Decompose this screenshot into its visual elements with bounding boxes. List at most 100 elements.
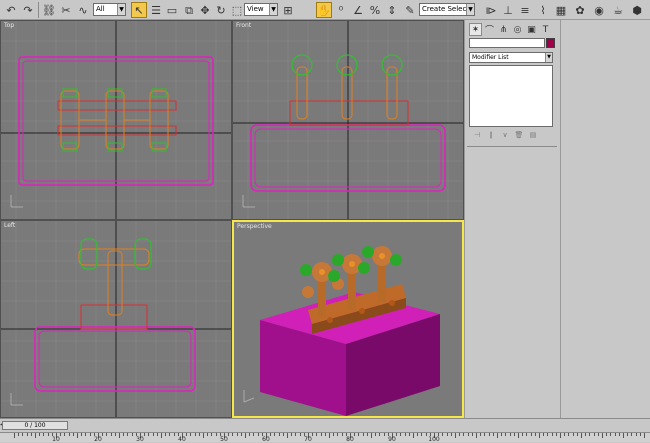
perspective-scene — [243, 246, 440, 416]
modifier-stack[interactable] — [469, 65, 553, 127]
select-by-name-icon[interactable]: ☰ — [148, 2, 164, 18]
move-icon[interactable]: ✥ — [197, 2, 213, 18]
time-slider[interactable]: 0 / 100 — [2, 421, 68, 430]
render-scene-icon[interactable]: ◉ — [591, 2, 607, 18]
viewport-label[interactable]: Left — [4, 222, 15, 229]
viewport-label[interactable]: Top — [4, 22, 14, 29]
modifier-list-label: Modifier List — [472, 54, 509, 61]
timeline-tick — [30, 433, 32, 436]
schematic-view-icon[interactable]: ▦ — [553, 2, 569, 18]
quick-render-icon[interactable]: ☕ — [610, 2, 626, 18]
timeline-tick — [518, 433, 519, 438]
timeline-tick — [274, 433, 276, 436]
top-viewport[interactable]: Top — [0, 20, 232, 220]
rotate-icon[interactable]: ↻ — [213, 2, 229, 18]
selection-filter-value: All — [96, 5, 105, 13]
curve-editor-icon[interactable]: ⌇ — [535, 2, 551, 18]
timeline-tick — [236, 433, 238, 436]
bind-spacewarp-icon[interactable]: ∿ — [75, 2, 91, 18]
perspective-viewport[interactable]: Perspective — [232, 220, 464, 418]
timeline-tick-label: 50 — [220, 436, 228, 443]
window-crossing-icon[interactable]: ⧉ — [181, 2, 197, 18]
named-selection-dropdown[interactable]: Create Selection Set▼ — [419, 3, 475, 16]
remove-modifier-icon[interactable]: 🗑 — [513, 129, 525, 140]
select-icon[interactable]: ↖ — [131, 2, 147, 18]
timeline-tick — [18, 433, 20, 436]
create-tab-icon[interactable]: ✶ — [469, 23, 482, 36]
timeline-tick — [555, 433, 557, 436]
unlink-icon[interactable]: ✂ — [58, 2, 74, 18]
utilities-tab-icon[interactable]: T — [539, 23, 552, 36]
timeline-tick — [371, 433, 372, 438]
timeline-tick — [102, 433, 104, 436]
timeline-tick — [114, 433, 116, 436]
timeline-tick — [282, 433, 284, 436]
timeline-tick — [354, 433, 356, 436]
select-manipulate-icon[interactable]: ✋ — [316, 2, 332, 18]
timeline-tick — [505, 433, 507, 436]
timeline-tick — [543, 433, 545, 436]
timeline-tick — [207, 433, 209, 436]
timeline-tick — [471, 433, 473, 436]
timeline-tick — [232, 433, 234, 436]
mirror-icon[interactable]: ⧐ — [483, 2, 499, 18]
timeline-tick — [194, 433, 196, 436]
angle-snap-icon[interactable]: ∠ — [350, 2, 366, 18]
viewport-label[interactable]: Perspective — [237, 223, 272, 230]
motion-tab-icon[interactable]: ◎ — [511, 23, 524, 36]
timeline-tick — [270, 433, 272, 436]
configure-sets-icon[interactable]: ▤ — [527, 129, 539, 140]
align-icon[interactable]: ⊥ — [500, 2, 516, 18]
undo-icon[interactable]: ↶ — [3, 2, 19, 18]
pivot-center-icon[interactable]: ⊞ — [280, 2, 296, 18]
display-tab-icon[interactable]: ▣ — [525, 23, 538, 36]
scale-icon[interactable]: ⬚ — [229, 2, 245, 18]
timeline-tick — [408, 433, 410, 436]
object-name-input[interactable] — [469, 38, 545, 48]
timeline-tick-label: 60 — [262, 436, 270, 443]
timeline-tick — [68, 433, 70, 436]
chevron-down-icon: ▼ — [545, 53, 552, 62]
rect-region-icon[interactable]: ▭ — [164, 2, 180, 18]
command-panel: ✶ ⌒ ⋔ ◎ ▣ T Modifier List ▼ ⊣ ∥ ∨ 🗑 ▤ — [464, 20, 560, 418]
timeline-tick — [618, 433, 620, 436]
layer-manager-icon[interactable]: ≡ — [517, 2, 533, 18]
front-viewport[interactable]: Front — [232, 20, 464, 220]
edit-named-selection-icon[interactable]: ✎ — [402, 2, 418, 18]
modify-tab-icon[interactable]: ⌒ — [483, 23, 496, 36]
render-type-icon[interactable]: ⬢ — [629, 2, 645, 18]
snap-icon[interactable]: ⁰ — [333, 2, 349, 18]
timeline-tick — [278, 433, 280, 436]
link-icon[interactable]: ⛓ — [41, 2, 57, 18]
percent-snap-icon[interactable]: % — [367, 2, 383, 18]
timeline-tick — [606, 433, 608, 436]
timeline-tick — [152, 433, 154, 436]
timeline-tick — [89, 433, 91, 436]
selection-filter-dropdown[interactable]: All ▼ — [93, 3, 126, 16]
timeline-tick — [564, 433, 566, 436]
timeline-tick — [585, 433, 587, 436]
viewport-label[interactable]: Front — [236, 22, 251, 29]
timeline-tick — [14, 433, 15, 438]
timeline-tick — [572, 433, 574, 436]
material-editor-icon[interactable]: ✿ — [572, 2, 588, 18]
redo-icon[interactable]: ↷ — [20, 2, 36, 18]
timeline-tick-label: 70 — [304, 436, 312, 443]
timeline-tick-label: 40 — [178, 436, 186, 443]
spinner-snap-icon[interactable]: ⇕ — [384, 2, 400, 18]
timeline-tick — [610, 433, 612, 436]
timeline-tick — [631, 433, 633, 436]
make-unique-icon[interactable]: ∨ — [499, 129, 511, 140]
object-color-swatch[interactable] — [546, 38, 555, 48]
timeline-tick — [627, 433, 629, 436]
timeline-tick — [60, 433, 62, 436]
left-viewport[interactable]: Left — [0, 220, 232, 418]
modifier-list-dropdown[interactable]: Modifier List ▼ — [469, 52, 553, 63]
timeline-tick — [476, 433, 477, 438]
show-end-result-icon[interactable]: ∥ — [485, 129, 497, 140]
timeline-tick — [488, 433, 490, 436]
pin-stack-icon[interactable]: ⊣ — [471, 129, 483, 140]
timeline-tick — [623, 433, 624, 438]
hierarchy-tab-icon[interactable]: ⋔ — [497, 23, 510, 36]
reference-coord-dropdown[interactable]: View ▼ — [244, 3, 278, 16]
